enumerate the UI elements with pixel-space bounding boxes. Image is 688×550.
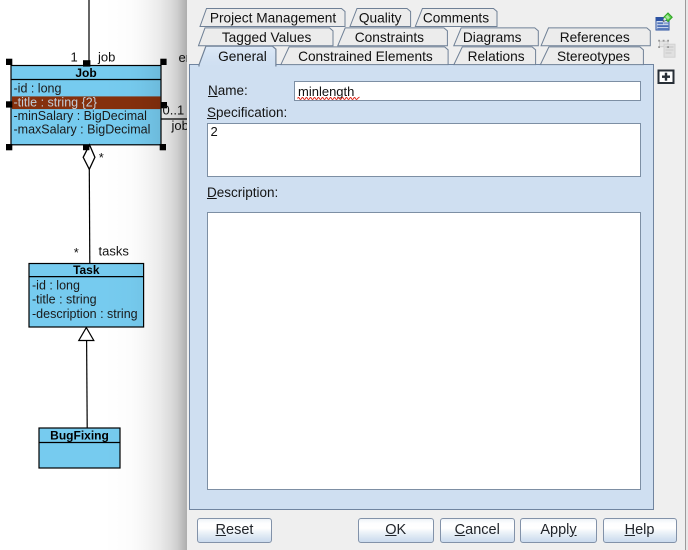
svg-text:job: job	[97, 50, 115, 65]
svg-text:-title : string {2}: -title : string {2}	[14, 95, 97, 109]
svg-text:*: *	[74, 245, 79, 260]
svg-text:Relations: Relations	[468, 49, 525, 64]
svg-text:Job: Job	[75, 66, 96, 80]
svg-text:0..1: 0..1	[163, 103, 185, 118]
svg-text:Project Management: Project Management	[210, 10, 336, 25]
svg-text:Quality: Quality	[359, 10, 402, 25]
svg-text:Task: Task	[73, 263, 100, 277]
svg-text:Comments: Comments	[423, 10, 489, 25]
svg-text:BugFixing: BugFixing	[50, 429, 109, 443]
svg-text:Tagged Values: Tagged Values	[222, 30, 312, 45]
svg-text:Constraints: Constraints	[355, 30, 424, 45]
svg-text:tasks: tasks	[99, 244, 130, 259]
svg-text:er: er	[179, 50, 188, 65]
svg-text:-title : string: -title : string	[32, 293, 97, 307]
svg-text:job: job	[171, 118, 188, 133]
svg-text:Constrained Elements: Constrained Elements	[298, 49, 433, 64]
svg-text:Diagrams: Diagrams	[463, 30, 522, 45]
svg-text:-id : long: -id : long	[32, 279, 80, 293]
svg-text:1: 1	[71, 49, 78, 64]
svg-text:General: General	[218, 49, 267, 64]
svg-text:-id : long: -id : long	[14, 82, 62, 96]
svg-text:-minSalary : BigDecimal: -minSalary : BigDecimal	[14, 109, 147, 123]
svg-text:References: References	[560, 30, 630, 45]
svg-text:-maxSalary : BigDecimal: -maxSalary : BigDecimal	[14, 122, 151, 136]
svg-text:*: *	[99, 150, 104, 165]
svg-text:Stereotypes: Stereotypes	[557, 49, 630, 64]
svg-text:-description : string: -description : string	[32, 307, 138, 321]
